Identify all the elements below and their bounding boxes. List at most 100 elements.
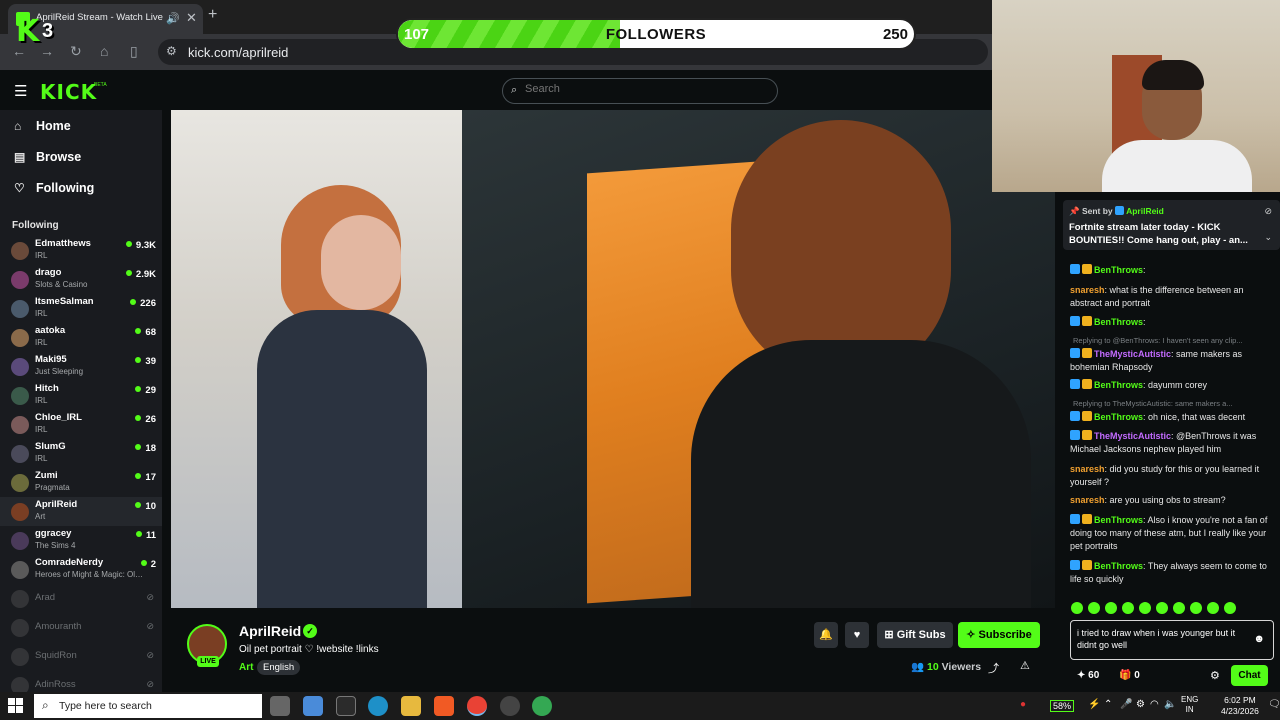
new-tab-icon[interactable]: + [208,6,217,24]
tray-overflow-icon[interactable]: ⌃ [1104,699,1112,710]
power-icon[interactable]: ⚡ [1088,699,1100,710]
stream-category[interactable]: Art [239,662,253,673]
emote-icon[interactable] [1122,602,1134,614]
chat-message[interactable]: BenThrows: oh nice, that was decent [1070,411,1274,424]
reload-icon[interactable]: ↻ [70,43,82,60]
sidebar-channel-itsmesalman[interactable]: ItsmeSalman IRL 226 [0,294,162,323]
unpin-icon[interactable]: ⊘ [1264,206,1272,217]
input-language[interactable]: ENG IN [1181,695,1198,715]
speaker-icon[interactable]: 🔊 [166,12,180,25]
brave-icon[interactable] [434,696,454,716]
send-chat-button[interactable]: Chat [1231,665,1268,686]
chat-input[interactable]: i tried to draw when i was younger but i… [1070,620,1274,660]
nav-home[interactable]: ⌂ Home [14,119,71,139]
emote-icon[interactable] [1224,602,1236,614]
chat-reply-context[interactable]: Replying to @BenThrows: I haven't seen a… [1073,336,1273,345]
chrome-profile-icon[interactable] [532,696,552,716]
channel-points[interactable]: ✦ 60 [1077,670,1099,681]
split-view-icon[interactable]: ▯ [130,43,138,60]
home-icon[interactable]: ⌂ [100,43,108,59]
battery-indicator[interactable]: 58% [1050,700,1075,712]
settings-icon[interactable]: ⚙ [1136,699,1145,710]
pinned-sender-name[interactable]: AprilReid [1126,206,1164,216]
emote-icon[interactable] [1207,602,1219,614]
gift-count[interactable]: 🎁 0 [1119,670,1140,681]
sidebar-channel-drago[interactable]: drago Slots & Casino 2.9K [0,265,162,294]
streamer-name[interactable]: AprilReid [239,623,301,639]
chat-username[interactable]: TheMysticAutistic [1094,349,1171,359]
clock[interactable]: 6:02 PM 4/23/2026 [1221,695,1259,717]
report-icon[interactable]: ⚠ [1020,659,1030,672]
language-tag[interactable]: English [257,660,301,675]
chat-username[interactable]: BenThrows [1094,561,1143,571]
emoji-picker-icon[interactable]: ☻ [1253,633,1265,645]
sidebar-channel-slumg[interactable]: SlumG IRL 18 [0,439,162,468]
chat-input-text[interactable]: i tried to draw when i was younger but i… [1077,627,1249,651]
chat-message[interactable]: BenThrows: dayumm corey [1070,379,1274,392]
chrome-icon[interactable] [467,696,487,716]
taskbar-search[interactable]: ⌕ Type here to search [34,694,262,718]
sidebar-channel-squidron[interactable]: SquidRon ⊘ [0,642,162,671]
nav-following[interactable]: ♡ Following [14,181,94,201]
sidebar-channel-arad[interactable]: Arad ⊘ [0,584,162,613]
sidebar-channel-edmatthews[interactable]: Edmatthews IRL 9.3K [0,236,162,265]
site-info-icon[interactable]: ⚙ [166,44,177,58]
chat-username[interactable]: BenThrows [1094,412,1143,422]
url-text[interactable]: kick.com/aprilreid [188,45,288,60]
search-box[interactable]: ⌕ [502,78,778,104]
nav-browse[interactable]: ▤ Browse [14,150,81,170]
chat-username[interactable]: TheMysticAutistic [1094,431,1171,441]
chat-username[interactable]: BenThrows [1094,317,1143,327]
search-input[interactable] [525,83,765,95]
sidebar-channel-aprilreid[interactable]: AprilReid Art 10 [0,497,162,526]
sidebar-channel-adinross[interactable]: AdinRoss ⊘ [0,671,162,692]
emote-icon[interactable] [1088,602,1100,614]
sidebar-channel-hitch[interactable]: Hitch IRL 29 [0,381,162,410]
gift-subs-button[interactable]: ⊞ Gift Subs [877,622,953,648]
emote-icon[interactable] [1105,602,1117,614]
chat-message[interactable]: TheMysticAutistic: @BenThrows it was Mic… [1070,430,1274,456]
notification-bell-button[interactable]: 🔔 [814,622,838,648]
chat-username[interactable]: snaresh [1070,464,1105,474]
edge-icon[interactable] [368,696,388,716]
close-tab-icon[interactable]: ✕ [186,10,197,26]
sidebar-channel-chloe_irl[interactable]: Chloe_IRL IRL 26 [0,410,162,439]
record-icon[interactable]: ● [1020,699,1026,710]
emote-icon[interactable] [1190,602,1202,614]
task-view-icon[interactable] [270,696,290,716]
sidebar-channel-zumi[interactable]: Zumi Pragmata 17 [0,468,162,497]
emote-icon[interactable] [1139,602,1151,614]
pinned-message[interactable]: 📌 Sent by AprilReid Fortnite stream late… [1063,200,1280,250]
video-player[interactable] [171,110,1055,608]
chat-reply-context[interactable]: Replying to TheMysticAutistic: same make… [1073,399,1273,408]
chat-username[interactable]: BenThrows [1094,380,1143,390]
kick-logo[interactable]: KICK [40,80,97,104]
chat-username[interactable]: snaresh [1070,495,1105,505]
menu-icon[interactable]: ☰ [14,82,27,100]
sidebar-channel-comradenerdy[interactable]: ComradeNerdy Heroes of Might & Magic: Old… [0,555,162,584]
volume-icon[interactable]: 🔈 [1164,699,1176,710]
wifi-icon[interactable]: ◠ [1150,699,1159,710]
emote-icon[interactable] [1071,602,1083,614]
obs-icon[interactable] [500,696,520,716]
file-explorer-icon[interactable] [401,696,421,716]
emote-icon[interactable] [1156,602,1168,614]
chat-message[interactable]: snaresh: what is the difference between … [1070,284,1274,310]
sidebar-channel-aatoka[interactable]: aatoka IRL 68 [0,323,162,352]
follow-heart-button[interactable]: ♥ [845,622,869,648]
chat-message[interactable]: BenThrows: [1070,264,1274,277]
terminal-icon[interactable] [336,696,356,716]
subscribe-button[interactable]: ✧ Subscribe [958,622,1040,648]
sidebar-channel-ggracey[interactable]: ggracey The Sims 4 11 [0,526,162,555]
chat-message[interactable]: BenThrows: They always seem to come to l… [1070,560,1274,586]
chat-message[interactable]: snaresh: did you study for this or you l… [1070,463,1274,489]
mic-icon[interactable]: 🎤 [1120,699,1132,710]
chat-message[interactable]: TheMysticAutistic: same makers as bohemi… [1070,348,1274,374]
chat-message[interactable]: snaresh: are you using obs to stream? [1070,494,1274,507]
windows-start-icon[interactable] [8,698,24,714]
chevron-down-icon[interactable]: ⌄ [1264,232,1272,243]
chat-message[interactable]: BenThrows: Also i know you're not a fan … [1070,514,1274,553]
notifications-icon[interactable]: 🗨 [1268,699,1280,710]
chat-username[interactable]: BenThrows [1094,515,1143,525]
chat-message[interactable]: BenThrows: [1070,316,1274,329]
